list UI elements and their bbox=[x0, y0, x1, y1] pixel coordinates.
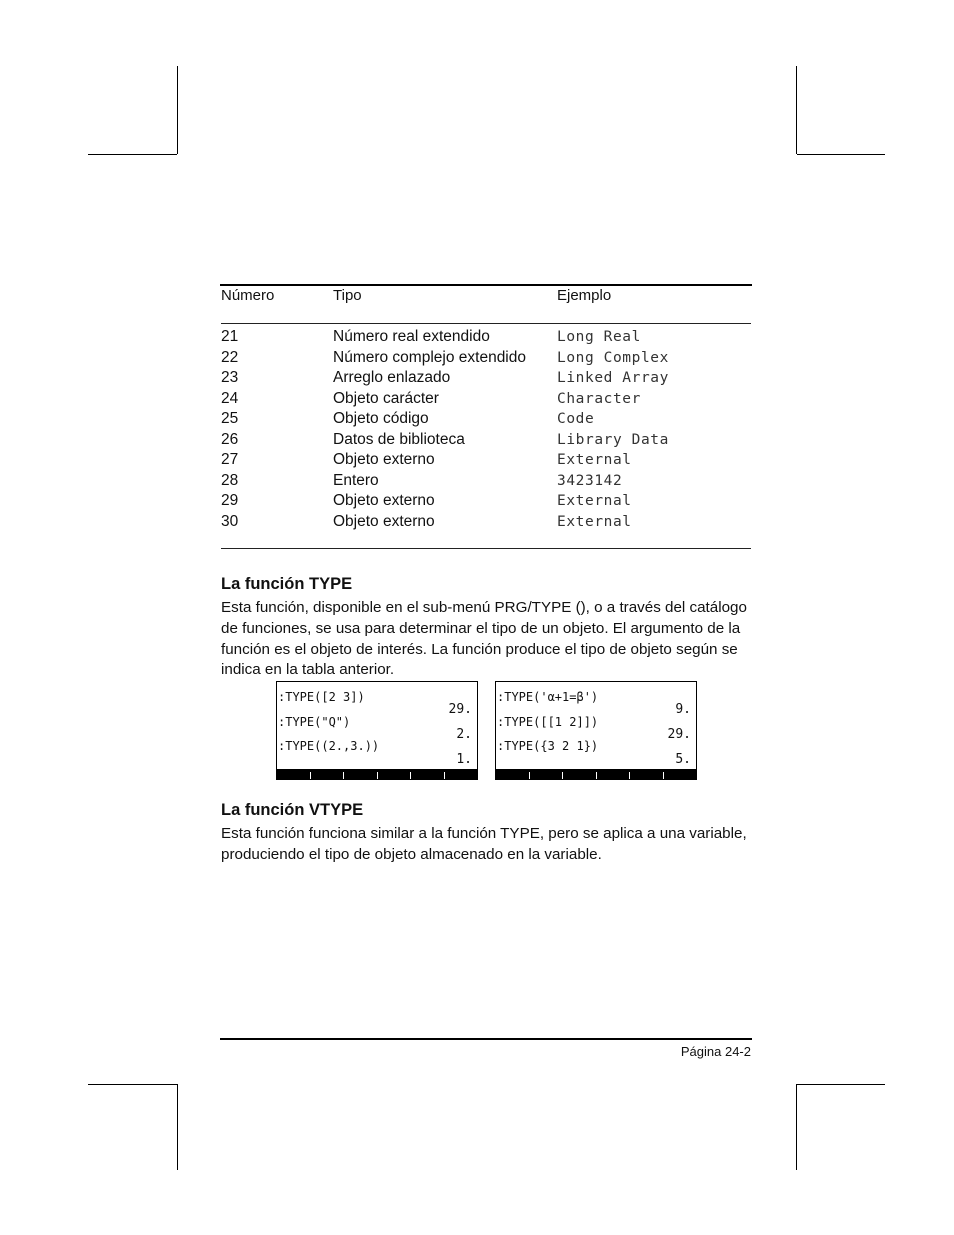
calc-command: :TYPE([[1 2]]) bbox=[497, 715, 599, 729]
cell-numero: 30 bbox=[221, 512, 239, 530]
cell-numero: 24 bbox=[221, 389, 239, 407]
section-heading-vtype: La función VTYPE bbox=[221, 801, 364, 819]
softkey bbox=[277, 772, 311, 779]
softkey bbox=[530, 772, 563, 779]
softkey bbox=[496, 772, 530, 779]
calc-result: 9. bbox=[675, 702, 691, 717]
calc-result: 5. bbox=[675, 752, 691, 767]
cell-tipo: Arreglo enlazado bbox=[333, 369, 451, 386]
cell-ejemplo: Library Data bbox=[557, 431, 669, 448]
softkey bbox=[597, 772, 630, 779]
calc-command: :TYPE([2 3]) bbox=[278, 690, 365, 704]
cell-tipo: Objeto externo bbox=[333, 512, 435, 530]
table-row: 28 Entero 3423142 bbox=[221, 471, 761, 492]
softkey bbox=[411, 772, 445, 779]
cell-numero: 25 bbox=[221, 410, 239, 427]
cell-numero: 27 bbox=[221, 451, 239, 468]
table-row: 23 Arreglo enlazado Linked Array bbox=[221, 368, 761, 389]
cell-ejemplo: 3423142 bbox=[557, 472, 623, 489]
header-numero: Número bbox=[221, 287, 275, 304]
table-row: 27 Objeto externo External bbox=[221, 450, 761, 471]
table-row: 21 Número real extendido Long Real bbox=[221, 327, 761, 348]
cell-tipo: Objeto externo bbox=[333, 451, 435, 468]
table-row: 25 Objeto código Code bbox=[221, 409, 761, 430]
table-header: Número Tipo Ejemplo bbox=[221, 287, 761, 307]
calc-result: 2. bbox=[456, 727, 472, 742]
cell-ejemplo: Character bbox=[557, 390, 641, 407]
section-paragraph-type: Esta función, disponible en el sub-menú … bbox=[221, 599, 747, 679]
footer-rule bbox=[220, 1038, 752, 1040]
calc-result: 29. bbox=[667, 727, 691, 742]
softkey bbox=[630, 772, 664, 779]
cell-ejemplo: External bbox=[557, 513, 632, 530]
softkey bbox=[445, 772, 478, 779]
table-body: 21 Número real extendido Long Real 22 Nú… bbox=[221, 327, 761, 532]
crop-mark-bottom-right-vertical bbox=[796, 1084, 797, 1170]
cell-tipo: Objeto carácter bbox=[333, 389, 439, 407]
table-row: 29 Objeto externo External bbox=[221, 491, 761, 512]
table-header-divider bbox=[221, 323, 751, 324]
cell-ejemplo: External bbox=[557, 452, 632, 468]
table-row: 26 Datos de biblioteca Library Data bbox=[221, 430, 761, 451]
softkey bbox=[378, 772, 411, 779]
header-tipo: Tipo bbox=[333, 287, 362, 304]
calc-result: 1. bbox=[456, 752, 472, 767]
cell-numero: 28 bbox=[221, 471, 239, 489]
header-ejemplo: Ejemplo bbox=[557, 287, 612, 304]
crop-mark-bottom-right-horizontal bbox=[796, 1084, 885, 1085]
section-paragraph-vtype: Esta función funciona similar a la funci… bbox=[221, 825, 747, 863]
cell-ejemplo: Long Real bbox=[557, 329, 641, 345]
table-top-rule bbox=[220, 284, 752, 286]
crop-mark-bottom-left-vertical bbox=[177, 1084, 178, 1170]
softkey bbox=[311, 772, 344, 779]
calc-command: :TYPE("Q") bbox=[278, 715, 351, 729]
calc-command: :TYPE((2.,3.)) bbox=[278, 739, 380, 753]
cell-ejemplo: External bbox=[557, 493, 632, 509]
table-bottom-divider bbox=[221, 548, 751, 549]
softkey-menu-bar bbox=[277, 769, 477, 779]
cell-tipo: Objeto código bbox=[333, 410, 429, 427]
cell-tipo: Número complejo extendido bbox=[333, 348, 526, 366]
table-row: 24 Objeto carácter Character bbox=[221, 389, 761, 410]
cell-tipo: Número real extendido bbox=[333, 328, 490, 345]
calc-result: 29. bbox=[448, 702, 472, 717]
cell-tipo: Objeto externo bbox=[333, 492, 435, 509]
softkey bbox=[563, 772, 597, 779]
calc-command: :TYPE('α+1=β') bbox=[497, 690, 599, 704]
crop-mark-top-left-horizontal bbox=[88, 154, 177, 155]
cell-ejemplo: Long Complex bbox=[557, 349, 669, 366]
cell-ejemplo: Code bbox=[557, 411, 595, 427]
calculator-screen-2: :TYPE('α+1=β') 9. :TYPE([[1 2]]) 29. :TY… bbox=[495, 681, 697, 780]
calculator-screen-1: :TYPE([2 3]) 29. :TYPE("Q") 2. :TYPE((2.… bbox=[276, 681, 478, 780]
page-number: Página 24-2 bbox=[680, 1044, 751, 1059]
table-row: 22 Número complejo extendido Long Comple… bbox=[221, 348, 761, 369]
crop-mark-top-right-horizontal bbox=[797, 154, 885, 155]
cell-numero: 21 bbox=[221, 328, 239, 345]
cell-tipo: Entero bbox=[333, 471, 379, 489]
cell-numero: 29 bbox=[221, 492, 239, 509]
cell-numero: 22 bbox=[221, 348, 239, 366]
crop-mark-top-left-vertical bbox=[177, 66, 178, 154]
crop-mark-bottom-left-horizontal bbox=[88, 1084, 177, 1085]
softkey bbox=[664, 772, 697, 779]
calc-command: :TYPE({3 2 1}) bbox=[497, 739, 599, 753]
cell-numero: 26 bbox=[221, 430, 239, 448]
section-heading-type: La función TYPE bbox=[221, 575, 353, 593]
softkey bbox=[344, 772, 378, 779]
cell-numero: 23 bbox=[221, 369, 239, 386]
softkey-menu-bar bbox=[496, 769, 696, 779]
crop-mark-top-right-vertical bbox=[796, 66, 797, 154]
cell-tipo: Datos de biblioteca bbox=[333, 430, 465, 448]
cell-ejemplo: Linked Array bbox=[557, 370, 669, 386]
table-row: 30 Objeto externo External bbox=[221, 512, 761, 533]
